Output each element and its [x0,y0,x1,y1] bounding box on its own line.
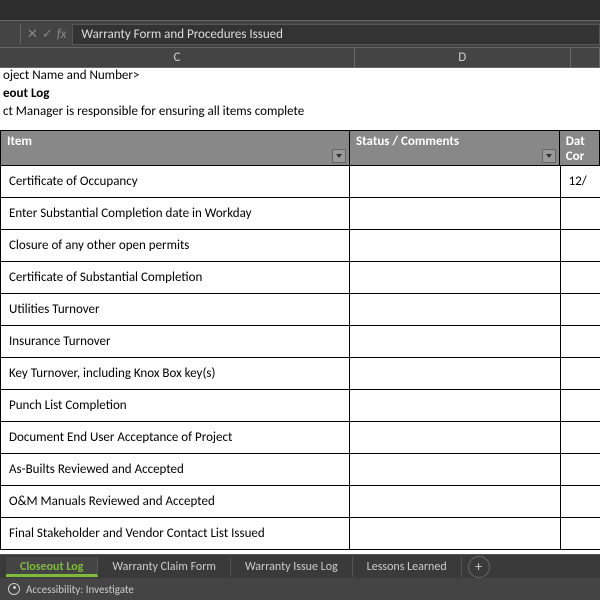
sheet-tab[interactable]: Lessons Learned [353,557,462,577]
header-status-label: Status / Comments [356,134,459,149]
sheet-tab[interactable]: Warranty Issue Log [231,557,353,577]
cell-date[interactable]: 12/ [561,166,600,197]
cell-item[interactable]: Utilities Turnover [0,294,350,325]
sheet-tab[interactable]: Closeout Log [6,557,98,577]
accessibility-label[interactable]: Accessibility: Investigate [26,583,134,596]
cell-log-title[interactable]: eout Log [3,86,600,104]
cell-item[interactable]: Document End User Acceptance of Project [0,422,350,453]
filter-dropdown-icon[interactable] [332,149,346,163]
bottom-bar: Closeout LogWarranty Claim FormWarranty … [0,554,600,600]
cell-date[interactable] [561,198,600,229]
cell-date[interactable] [561,422,600,453]
cell-status[interactable] [350,422,560,453]
fx-icon[interactable]: fx [57,27,67,42]
table-row[interactable]: Document End User Acceptance of Project [0,422,600,454]
cell-date[interactable] [561,390,600,421]
table-row[interactable]: Insurance Turnover [0,326,600,358]
cell-status[interactable] [350,518,560,549]
cell-project-name[interactable]: oject Name and Number> [3,68,600,86]
cell-status[interactable] [350,262,560,293]
sheet-tabs: Closeout LogWarranty Claim FormWarranty … [0,554,600,578]
cell-status[interactable] [350,390,560,421]
table-row[interactable]: Certificate of Substantial Completion [0,262,600,294]
worksheet-grid[interactable]: oject Name and Number> eout Log ct Manag… [0,68,600,558]
column-header-c[interactable]: C [0,48,355,68]
header-date[interactable]: DatCor [560,131,599,165]
table-row[interactable]: As-Builts Reviewed and Accepted [0,454,600,486]
cell-date[interactable] [561,230,600,261]
cell-item[interactable]: Key Turnover, including Knox Box key(s) [0,358,350,389]
table-row[interactable]: Key Turnover, including Knox Box key(s) [0,358,600,390]
sheet-tab[interactable]: Warranty Claim Form [98,557,231,577]
column-header-e[interactable] [571,48,600,68]
cell-status[interactable] [350,198,560,229]
header-item-label: Item [7,134,32,149]
status-bar: Accessibility: Investigate [0,578,600,600]
enter-icon[interactable]: ✓ [42,27,53,42]
cell-status[interactable] [350,358,560,389]
cell-status[interactable] [350,454,560,485]
cancel-icon[interactable]: ✕ [27,27,38,42]
cell-date[interactable] [561,358,600,389]
app-top-strip [0,0,600,20]
table-row[interactable]: Closure of any other open permits [0,230,600,262]
table-row[interactable]: Final Stakeholder and Vendor Contact Lis… [0,518,600,550]
cell-item[interactable]: Closure of any other open permits [0,230,350,261]
column-headers: C D [0,48,600,68]
table-row[interactable]: Enter Substantial Completion date in Wor… [0,198,600,230]
cell-date[interactable] [561,486,600,517]
cell-date[interactable] [561,262,600,293]
cell-item[interactable]: Certificate of Occupancy [0,166,350,197]
formula-input[interactable]: Warranty Form and Procedures Issued [72,24,600,45]
table-row[interactable]: O&M Manuals Reviewed and Accepted [0,486,600,518]
cell-status[interactable] [350,486,560,517]
accessibility-icon [8,583,20,595]
cell-date[interactable] [561,326,600,357]
cell-item[interactable]: Insurance Turnover [0,326,350,357]
cell-instruction[interactable]: ct Manager is responsible for ensuring a… [3,104,600,122]
cell-item[interactable]: O&M Manuals Reviewed and Accepted [0,486,350,517]
table-header-row: Item Status / Comments DatCor [0,130,600,166]
column-header-d[interactable]: D [355,48,571,68]
cell-date[interactable] [561,518,600,549]
header-status[interactable]: Status / Comments [350,131,560,165]
cell-date[interactable] [561,294,600,325]
cell-item[interactable]: Certificate of Substantial Completion [0,262,350,293]
header-date-label: DatCor [566,134,585,164]
cell-status[interactable] [350,294,560,325]
cell-item[interactable]: As-Builts Reviewed and Accepted [0,454,350,485]
cell-date[interactable] [561,454,600,485]
header-item[interactable]: Item [1,131,350,165]
formula-bar: ✕ ✓ fx Warranty Form and Procedures Issu… [0,20,600,48]
cell-item[interactable]: Enter Substantial Completion date in Wor… [0,198,350,229]
table-row[interactable]: Punch List Completion [0,390,600,422]
cell-item[interactable]: Punch List Completion [0,390,350,421]
filter-dropdown-icon[interactable] [542,149,556,163]
cell-item[interactable]: Final Stakeholder and Vendor Contact Lis… [0,518,350,549]
cell-status[interactable] [350,230,560,261]
cell-status[interactable] [350,166,560,197]
table-row[interactable]: Certificate of Occupancy 12/ [0,166,600,198]
cell-status[interactable] [350,326,560,357]
table-row[interactable]: Utilities Turnover [0,294,600,326]
new-sheet-button[interactable]: + [468,556,490,578]
